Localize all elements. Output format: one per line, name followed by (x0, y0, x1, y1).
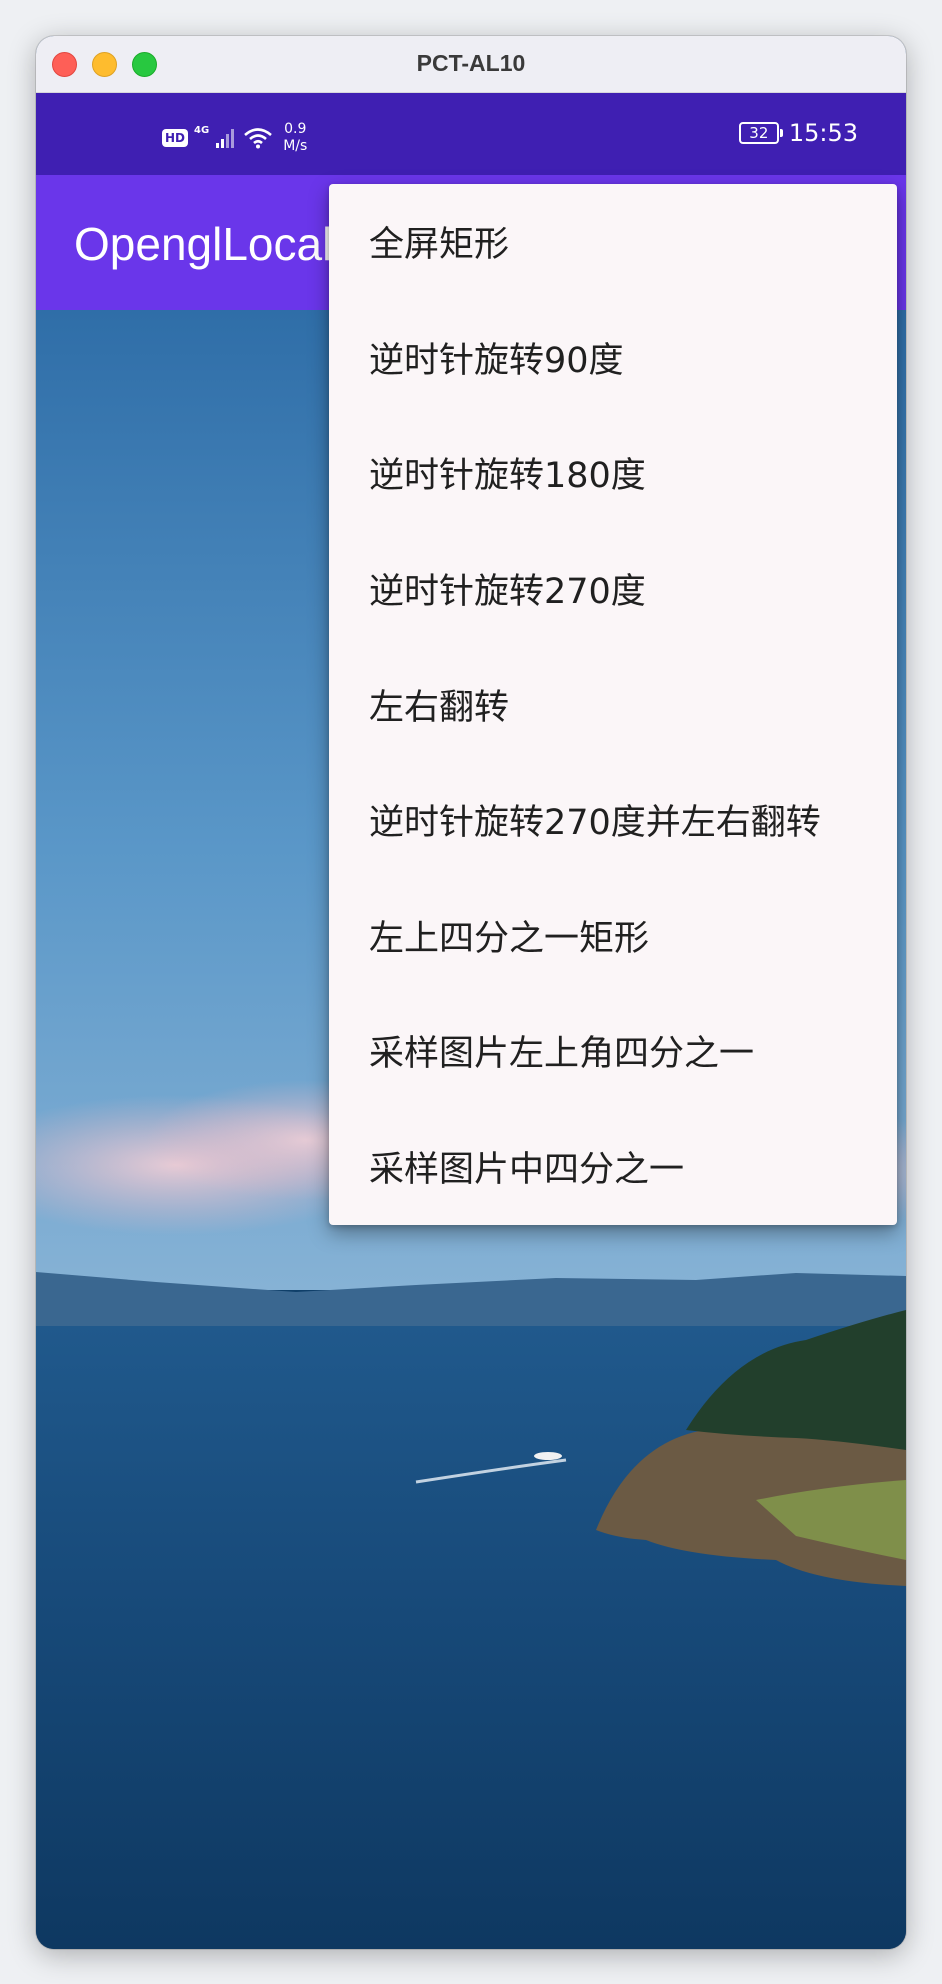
battery-icon: 32 (738, 122, 783, 144)
menu-item-fullscreen-rect[interactable]: 全屏矩形 (329, 184, 897, 300)
wifi-icon (244, 128, 273, 149)
network-speed: 0.9 M/s (283, 121, 308, 154)
menu-item-rotate-ccw-90[interactable]: 逆时针旋转90度 (329, 300, 897, 416)
window-titlebar: PCT-AL10 (36, 36, 906, 93)
menu-item-rotate-ccw-270[interactable]: 逆时针旋转270度 (329, 531, 897, 647)
signal-icon (216, 129, 235, 148)
app-window: PCT-AL10 HD 4G 0.9 M/s 32 15:53 OpenglLo… (36, 36, 906, 1949)
menu-item-flip-horizontal[interactable]: 左右翻转 (329, 646, 897, 762)
window-title: PCT-AL10 (416, 50, 526, 76)
clock: 15:53 (788, 119, 858, 147)
menu-item-sample-top-left-quarter[interactable]: 采样图片左上角四分之一 (329, 993, 897, 1109)
network-type-label: 4G (194, 124, 210, 136)
hd-icon: HD (162, 129, 189, 147)
menu-item-rotate-ccw-180[interactable]: 逆时针旋转180度 (329, 415, 897, 531)
menu-item-sample-center-quarter[interactable]: 采样图片中四分之一 (329, 1109, 897, 1225)
status-bar: HD 4G 0.9 M/s 32 15:53 (36, 93, 906, 175)
options-menu: 全屏矩形 逆时针旋转90度 逆时针旋转180度 逆时针旋转270度 左右翻转 逆… (329, 184, 897, 1225)
menu-item-top-left-quarter-rect[interactable]: 左上四分之一矩形 (329, 878, 897, 994)
menu-item-rotate-270-flip[interactable]: 逆时针旋转270度并左右翻转 (329, 762, 897, 878)
